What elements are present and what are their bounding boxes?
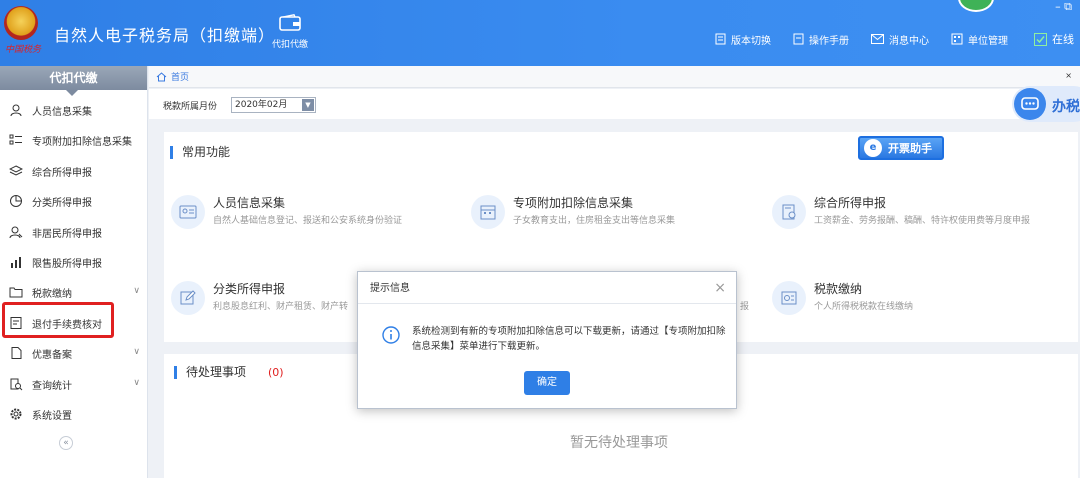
period-label: 税款所属月份 bbox=[163, 102, 218, 112]
breadcrumb-home[interactable]: 首页 bbox=[171, 70, 189, 83]
card-classified-income[interactable]: 分类所得申报 利息股息红利、财产租赁、财产转 bbox=[171, 278, 361, 338]
card-comprehensive-income[interactable]: 综合所得申报 工资薪金、劳务报酬、稿酬、特许权使用费等月度申报 bbox=[772, 192, 1072, 252]
dialog-title: 提示信息 bbox=[370, 283, 410, 294]
id-card-icon bbox=[171, 195, 205, 229]
mail-icon bbox=[871, 34, 884, 44]
pending-title: 待处理事项 bbox=[174, 366, 246, 379]
pending-empty-text: 暂无待处理事项 bbox=[570, 435, 668, 451]
checkbox-icon bbox=[1034, 32, 1047, 46]
invoice-assistant-icon: e bbox=[864, 139, 882, 157]
form-icon bbox=[772, 195, 806, 229]
gear-icon bbox=[9, 407, 23, 421]
card-special-deduction[interactable]: 专项附加扣除信息采集 子女教育支出，住房租金支出等信息采集 bbox=[471, 192, 761, 252]
period-row: 税款所属月份 2020年02月 ▼ bbox=[149, 89, 1080, 119]
sidebar-collapse-button[interactable]: « bbox=[59, 436, 73, 450]
banshui-label: 办税 bbox=[1052, 99, 1080, 115]
user-avatar[interactable] bbox=[958, 0, 994, 12]
search-doc-icon bbox=[9, 377, 23, 391]
module-tab-daikou[interactable]: 代扣代缴 bbox=[264, 14, 316, 50]
list-icon bbox=[9, 133, 23, 147]
sidebar-item-restricted-shares[interactable]: 限售股所得申报 bbox=[0, 250, 148, 274]
person-icon bbox=[9, 103, 23, 117]
chevron-down-icon: ∨ bbox=[133, 378, 140, 388]
sidebar-item-comprehensive-income[interactable]: 综合所得申报 bbox=[0, 159, 148, 183]
building-icon bbox=[951, 33, 963, 45]
person-outline-icon bbox=[9, 225, 23, 239]
folder-icon bbox=[9, 285, 23, 299]
edit-icon bbox=[171, 281, 205, 315]
module-tab-label: 代扣代缴 bbox=[271, 40, 308, 50]
sidebar-item-query-stats[interactable]: 查询统计 ∨ bbox=[0, 372, 148, 396]
layers-icon bbox=[9, 164, 23, 178]
sidebar-item-system-settings[interactable]: 系统设置 bbox=[0, 402, 148, 426]
emblem-caption: 中国税务 bbox=[4, 45, 41, 55]
dialog-message: 系统检测到有新的专项附加扣除信息可以下载更新，请通过【专项附加扣除信息采集】菜单… bbox=[412, 326, 726, 352]
sidebar-item-tax-payment[interactable]: 税款缴纳 ∨ bbox=[0, 280, 148, 304]
manual-link[interactable]: 操作手册 bbox=[793, 31, 849, 47]
window-controls[interactable]: – ⧉ bbox=[1055, 0, 1072, 14]
ok-button[interactable]: 确定 bbox=[524, 371, 570, 395]
info-dialog: 提示信息 × 系统检测到有新的专项附加扣除信息可以下载更新，请通过【专项附加扣除… bbox=[357, 271, 737, 409]
chevron-down-icon: ∨ bbox=[133, 347, 140, 357]
app-title: 自然人电子税务局（扣缴端） bbox=[54, 26, 276, 45]
sidebar-item-person-info[interactable]: 人员信息采集 bbox=[0, 98, 148, 122]
sidebar-item-special-deduction[interactable]: 专项附加扣除信息采集 bbox=[0, 128, 148, 152]
manual-icon bbox=[793, 33, 804, 45]
close-icon[interactable]: × bbox=[714, 272, 726, 304]
highlight-annotation bbox=[2, 302, 114, 338]
document-icon bbox=[715, 33, 726, 45]
top-links: 版本切换 操作手册 消息中心 单位管理 在线 bbox=[715, 31, 1074, 47]
chat-icon bbox=[1014, 88, 1046, 120]
breadcrumb: 首页 × bbox=[149, 66, 1080, 88]
dropdown-arrow-icon[interactable]: ▼ bbox=[302, 99, 314, 111]
calendar-icon bbox=[471, 195, 505, 229]
payment-icon bbox=[772, 281, 806, 315]
tax-emblem-icon bbox=[4, 6, 38, 40]
period-select[interactable]: 2020年02月 ▼ bbox=[231, 97, 316, 113]
sidebar-item-preferential-filing[interactable]: 优惠备案 ∨ bbox=[0, 341, 148, 365]
home-icon bbox=[156, 71, 167, 81]
pending-count: (0) bbox=[268, 366, 284, 379]
tab-close-icon[interactable]: × bbox=[1065, 71, 1072, 80]
unit-management-link[interactable]: 单位管理 bbox=[951, 31, 1008, 47]
document-icon bbox=[9, 346, 23, 360]
card-tax-payment[interactable]: 税款缴纳 个人所得税税款在线缴纳 bbox=[772, 278, 1062, 338]
dialog-header: 提示信息 × bbox=[358, 272, 736, 304]
card-person-info[interactable]: 人员信息采集 自然人基础信息登记、报送和公安系统身份验证 bbox=[171, 192, 461, 252]
pie-icon bbox=[9, 194, 23, 208]
online-status[interactable]: 在线 bbox=[1034, 31, 1074, 47]
message-center-link[interactable]: 消息中心 bbox=[871, 31, 929, 47]
sidebar-item-classified-income[interactable]: 分类所得申报 bbox=[0, 189, 148, 213]
info-icon bbox=[382, 326, 400, 344]
app-header: 中国税务 自然人电子税务局（扣缴端） 代扣代缴 – ⧉ 版本切换 操作手册 消息… bbox=[0, 0, 1080, 66]
sidebar-header: 代扣代缴 bbox=[0, 66, 147, 96]
version-switch-link[interactable]: 版本切换 bbox=[715, 31, 771, 47]
card-hidden-desc: 报 bbox=[740, 302, 750, 312]
chevron-down-icon: ∨ bbox=[133, 286, 140, 296]
wallet-icon bbox=[279, 14, 301, 31]
common-functions-title: 常用功能 bbox=[170, 146, 230, 159]
sidebar-item-nonresident-income[interactable]: 非居民所得申报 bbox=[0, 220, 148, 244]
bar-chart-icon bbox=[9, 255, 23, 269]
invoice-assistant-button[interactable]: e 开票助手 bbox=[858, 136, 944, 160]
